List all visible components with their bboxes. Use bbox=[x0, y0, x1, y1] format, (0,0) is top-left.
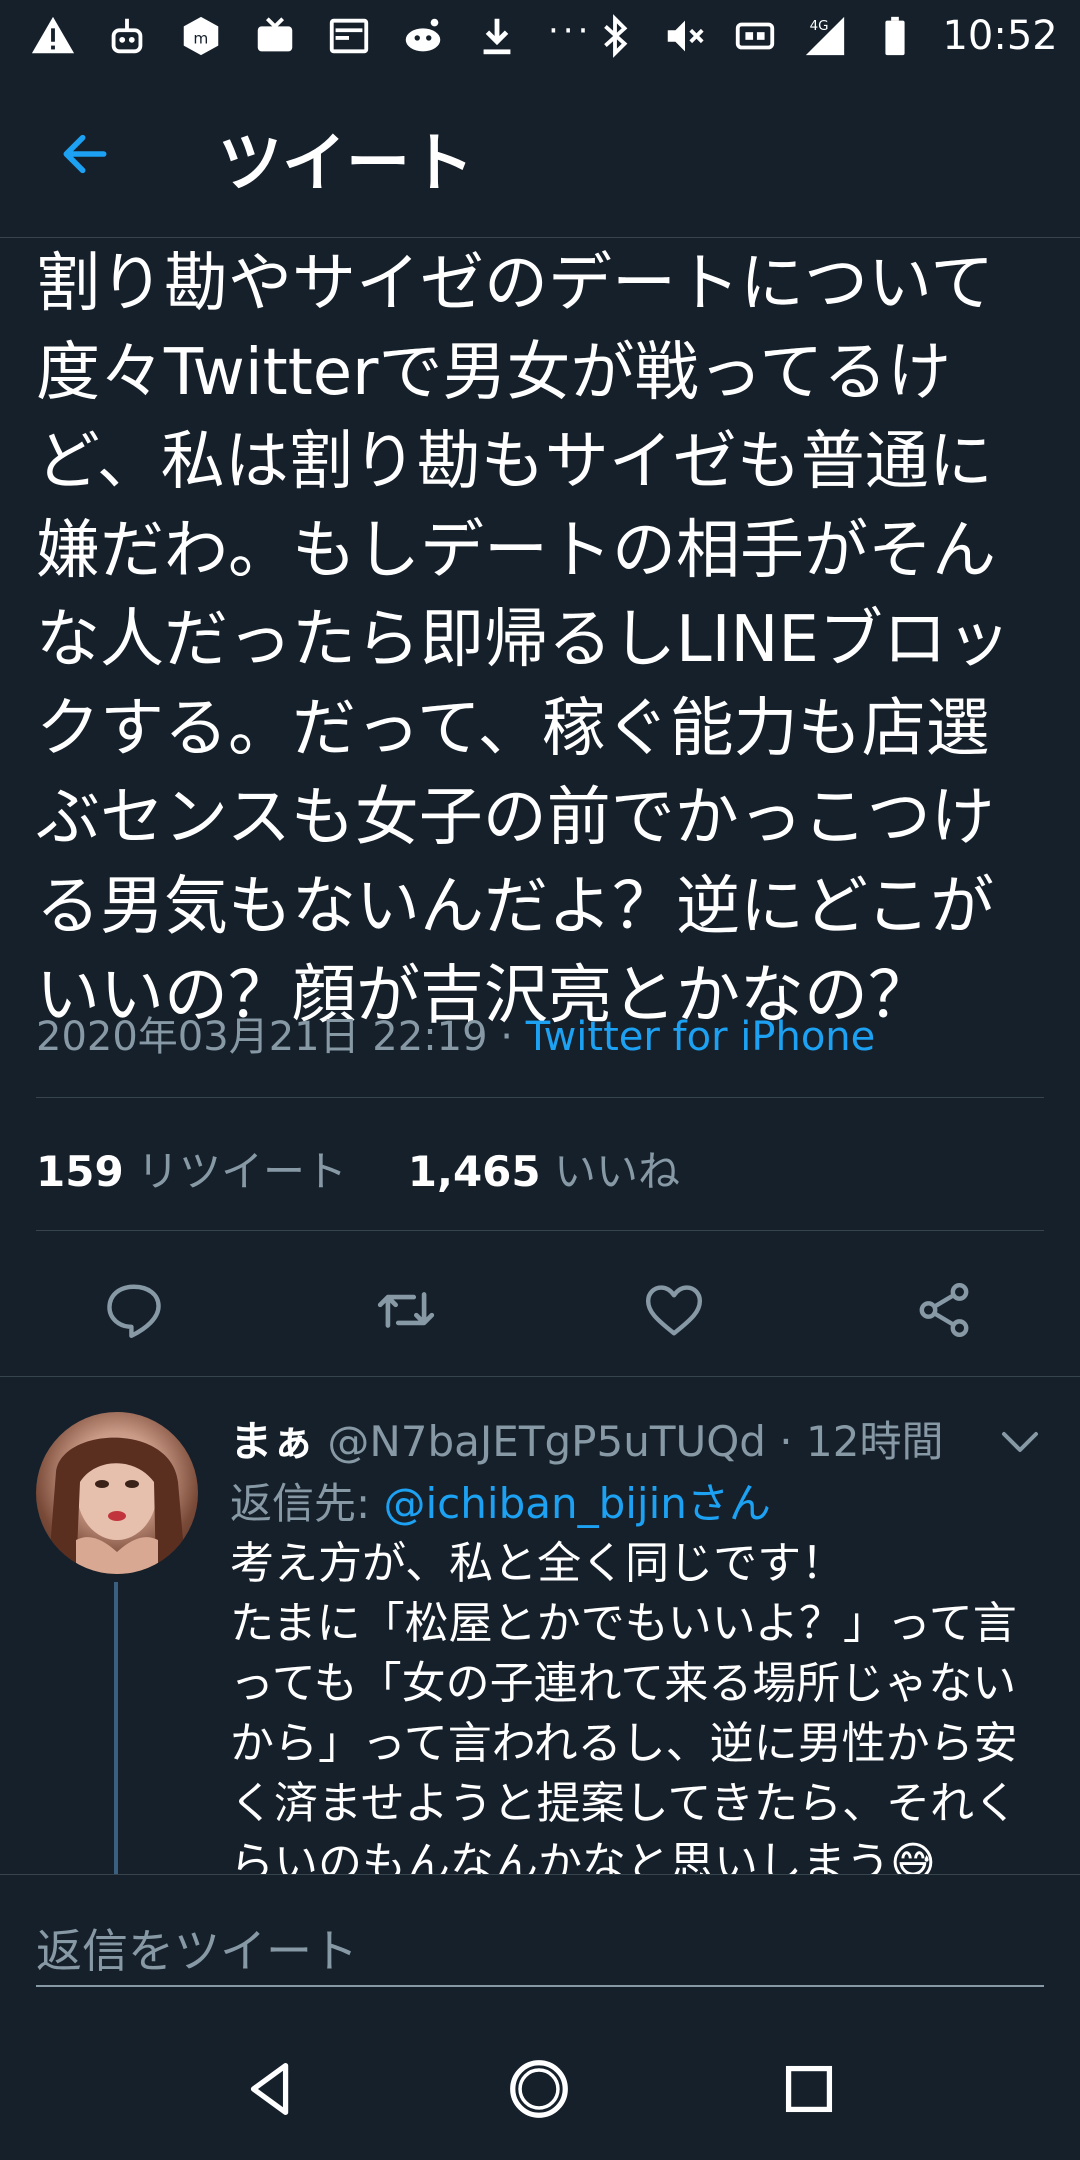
back-button[interactable] bbox=[50, 122, 120, 186]
robot-app-icon bbox=[104, 13, 150, 59]
reply-to-user-link[interactable]: @ichiban_bijinさん bbox=[384, 1479, 771, 1528]
nav-recents-button[interactable] bbox=[766, 2046, 852, 2132]
status-bar-system-icons: 4G 10:52 bbox=[592, 13, 1058, 59]
square-recents-icon bbox=[785, 2065, 833, 2113]
share-button[interactable] bbox=[906, 1272, 982, 1348]
reply-button[interactable] bbox=[96, 1272, 172, 1348]
android-nav-bar bbox=[0, 2018, 1080, 2160]
reply-author-handle[interactable]: @N7baJETgP5uTUQd bbox=[327, 1417, 766, 1466]
mute-icon bbox=[662, 13, 708, 59]
share-icon bbox=[919, 1283, 969, 1337]
retweets-count: 159 bbox=[36, 1147, 124, 1196]
divider bbox=[36, 1230, 1044, 1231]
tweet-date: 2020年03月21日 22:19 bbox=[36, 1014, 488, 1060]
reply-input[interactable]: 返信をツイート bbox=[36, 1915, 1044, 1987]
retweets-stat[interactable]: 159 リツイート bbox=[36, 1147, 347, 1196]
status-bar: m ··· 4G 10:52 bbox=[0, 0, 1080, 72]
svg-text:m: m bbox=[193, 30, 208, 48]
heart-icon bbox=[645, 1285, 703, 1336]
svg-text:4G: 4G bbox=[810, 19, 829, 34]
download-icon bbox=[474, 13, 520, 59]
app-header: ツイート bbox=[0, 72, 1080, 238]
reply-to-label: 返信先: bbox=[230, 1479, 384, 1528]
more-dots-icon: ··· bbox=[548, 11, 593, 51]
avatar[interactable] bbox=[36, 1412, 198, 1574]
divider bbox=[36, 1097, 1044, 1098]
warning-icon bbox=[30, 13, 76, 59]
reply-icon bbox=[107, 1284, 161, 1339]
triangle-back-icon bbox=[250, 2063, 289, 2115]
status-bar-notification-icons: m ··· bbox=[30, 11, 593, 59]
reply-author-name[interactable]: まぁ bbox=[230, 1417, 314, 1466]
retweet-button[interactable] bbox=[368, 1272, 444, 1348]
bluetooth-icon bbox=[592, 13, 638, 59]
thread-line bbox=[114, 1582, 118, 1874]
reddit-icon bbox=[400, 13, 446, 59]
meta-separator: · bbox=[487, 1014, 526, 1060]
circle-home-icon bbox=[510, 2060, 568, 2118]
tweet-meta: 2020年03月21日 22:19 · Twitter for iPhone bbox=[36, 1004, 875, 1062]
nav-back-button[interactable] bbox=[228, 2046, 314, 2132]
reply-to: 返信先: @ichiban_bijinさん bbox=[230, 1470, 771, 1531]
tweet-source-link[interactable]: Twitter for iPhone bbox=[526, 1014, 876, 1060]
chevron-down-icon bbox=[1002, 1432, 1038, 1452]
tweet-actions bbox=[0, 1240, 1080, 1380]
clock: 10:52 bbox=[942, 13, 1058, 59]
nav-home-button[interactable] bbox=[496, 2046, 582, 2132]
reply-more-button[interactable] bbox=[996, 1418, 1044, 1466]
likes-stat[interactable]: 1,465 いいね bbox=[408, 1147, 680, 1196]
reply-header: まぁ @N7baJETgP5uTUQd · 12時間 bbox=[230, 1408, 943, 1469]
cast-icon bbox=[326, 13, 372, 59]
like-button[interactable] bbox=[636, 1272, 712, 1348]
likes-label: いいね bbox=[553, 1147, 680, 1196]
retweets-label: リツイート bbox=[137, 1147, 348, 1196]
tweet-stats: 159 リツイート 1,465 いいね bbox=[36, 1138, 680, 1199]
page-title: ツイート bbox=[218, 127, 474, 201]
likes-count: 1,465 bbox=[407, 1147, 541, 1196]
box-app-icon: m bbox=[178, 13, 224, 59]
vibrate-icon bbox=[732, 13, 778, 59]
battery-icon bbox=[872, 13, 918, 59]
retweet-icon bbox=[377, 1292, 435, 1328]
reply-text[interactable]: 考え方が、私と全く同じです！ たまに「松屋とかでもいいよ？」って言っても「女の子… bbox=[230, 1534, 1060, 1874]
tweet-text: 割り勘やサイゼのデートについて度々Twitterで男女が戦ってるけど、私は割り勘… bbox=[36, 247, 1011, 1033]
tv-icon bbox=[252, 13, 298, 59]
avatar-photo bbox=[48, 1437, 186, 1574]
arrow-left-icon bbox=[63, 134, 107, 174]
divider bbox=[0, 1376, 1080, 1377]
reply-time-separator: · bbox=[765, 1417, 806, 1466]
signal-icon: 4G bbox=[802, 13, 848, 59]
reply-time: 12時間 bbox=[806, 1417, 944, 1466]
reply-compose-bar: 返信をツイート bbox=[0, 1874, 1080, 2018]
